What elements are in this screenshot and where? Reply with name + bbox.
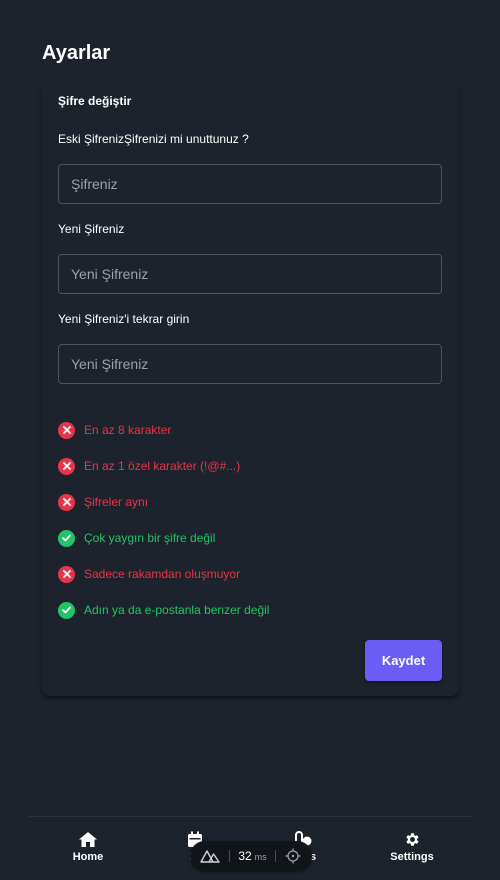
render-time: 32 ms bbox=[238, 849, 266, 863]
confirm-password-label: Yeni Şifreniz'i tekrar girin bbox=[58, 312, 190, 326]
gear-icon bbox=[405, 833, 419, 846]
check-circle-icon bbox=[58, 529, 75, 547]
new-password-label: Yeni Şifreniz bbox=[58, 222, 125, 236]
x-circle-icon bbox=[58, 457, 75, 475]
rule-not-common: Çok yaygın bir şifre değil bbox=[58, 529, 215, 547]
check-circle-icon bbox=[58, 601, 75, 619]
x-circle-icon bbox=[58, 421, 75, 439]
nav-item-home[interactable]: Home bbox=[38, 831, 138, 871]
rule-special-char: En az 1 özel karakter (!@#...) bbox=[58, 457, 240, 475]
page-title: Ayarlar bbox=[42, 42, 111, 64]
rule-text: Çok yaygın bir şifre değil bbox=[84, 531, 216, 545]
nav-label: Home bbox=[72, 851, 104, 863]
divider bbox=[228, 850, 230, 862]
old-password-label-row: Eski ŞifrenizŞifrenizi mi unuttunuz ? bbox=[58, 132, 249, 146]
crosshair-icon[interactable] bbox=[285, 848, 301, 864]
render-time-value: 32 bbox=[238, 849, 252, 863]
rule-min-length: En az 8 karakter bbox=[58, 421, 171, 439]
nav-item-settings[interactable]: Settings bbox=[362, 831, 462, 871]
save-button[interactable]: Kaydet bbox=[365, 640, 442, 681]
x-circle-icon bbox=[58, 493, 75, 511]
old-password-label: Eski Şifreniz bbox=[58, 132, 125, 146]
rule-not-only-digits: Sadece rakamdan oluşmuyor bbox=[58, 565, 240, 583]
nuxt-logo-icon bbox=[200, 850, 220, 863]
divider bbox=[275, 850, 277, 862]
home-icon bbox=[79, 832, 97, 847]
x-circle-icon bbox=[58, 565, 75, 583]
rule-text: En az 1 özel karakter (!@#...) bbox=[84, 459, 241, 473]
nav-label: Settings bbox=[390, 851, 434, 863]
forgot-password-link[interactable]: Şifrenizi mi unuttunuz ? bbox=[124, 132, 249, 146]
old-password-input[interactable] bbox=[58, 164, 442, 204]
confirm-password-input[interactable] bbox=[58, 344, 442, 384]
perf-overlay[interactable]: 32 ms bbox=[190, 841, 312, 871]
new-password-input[interactable] bbox=[58, 254, 442, 294]
rule-text: Adın ya da e-postanla benzer değil bbox=[84, 603, 270, 617]
render-time-unit: ms bbox=[254, 852, 267, 862]
rule-passwords-match: Şifreler aynı bbox=[58, 493, 148, 511]
rule-not-similar: Adın ya da e-postanla benzer değil bbox=[58, 601, 269, 619]
section-title: Şifre değiştir bbox=[58, 94, 132, 108]
rule-text: En az 8 karakter bbox=[84, 423, 172, 437]
rule-text: Sadece rakamdan oluşmuyor bbox=[84, 567, 241, 581]
rule-text: Şifreler aynı bbox=[84, 495, 149, 509]
